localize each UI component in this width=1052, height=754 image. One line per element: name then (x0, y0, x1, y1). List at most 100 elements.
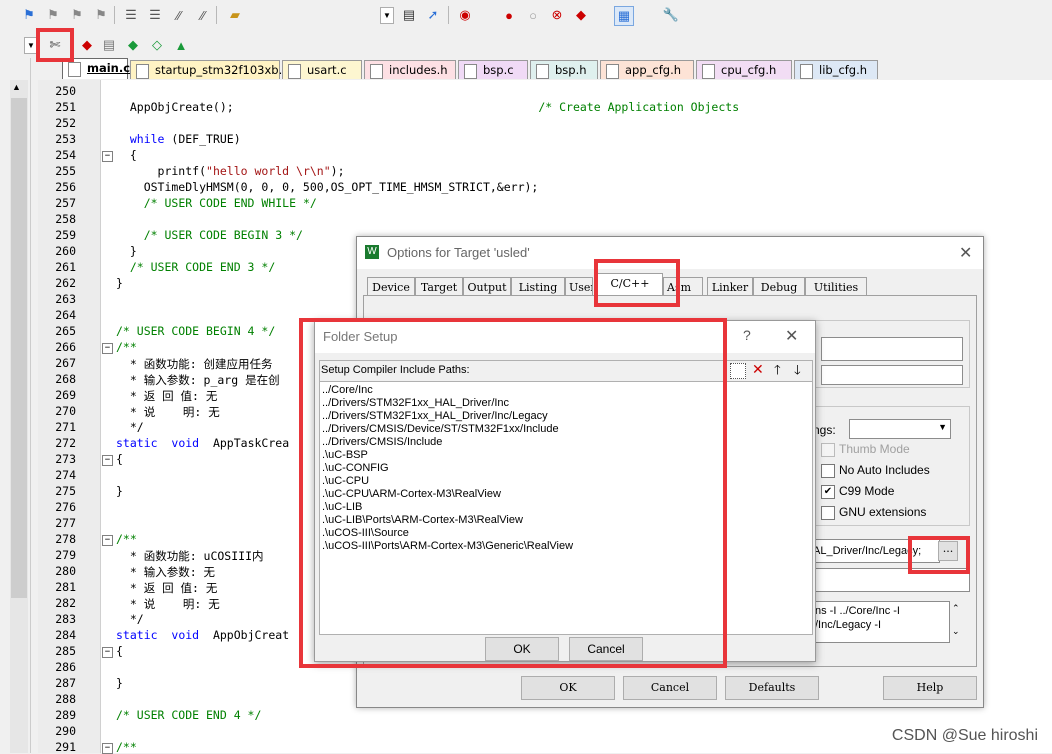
code-line[interactable]: while (DEF_TRUE) (116, 132, 241, 146)
tab-includes-h[interactable]: includes.h (364, 60, 456, 79)
select-pack-icon[interactable]: ▤ (100, 36, 118, 54)
move-up-icon[interactable]: 🡑 (774, 361, 781, 383)
window-icon[interactable]: ▦ (614, 6, 634, 26)
manage-components-icon[interactable]: ◆ (78, 36, 96, 54)
options-tab-c-c-[interactable]: C/C++ (597, 273, 663, 297)
code-line[interactable]: AppObjCreate(); /* Create Application Ob… (116, 100, 739, 114)
code-line[interactable]: /* USER CODE END WHILE */ (116, 196, 317, 210)
code-line[interactable]: } (116, 676, 123, 690)
fold-toggle-icon[interactable]: − (102, 151, 113, 162)
tab-cpu-cfg-h[interactable]: cpu_cfg.h (696, 60, 792, 79)
tab-bsp-h[interactable]: bsp.h (530, 60, 598, 79)
scroll-thumb[interactable] (11, 98, 27, 598)
bookmark-clear-icon[interactable]: ⚑ (92, 6, 110, 24)
runtime-env-icon[interactable]: ◆ (124, 36, 142, 54)
open-folder-icon[interactable]: ▰ (226, 6, 244, 24)
undefine-input[interactable] (821, 365, 963, 385)
help-icon[interactable]: ? (743, 327, 751, 343)
cancel-button[interactable]: Cancel (569, 637, 643, 661)
code-line[interactable]: static void AppTaskCrea (116, 436, 289, 450)
tab-usart-c[interactable]: usart.c (282, 60, 362, 79)
move-down-icon[interactable]: 🡓 (794, 361, 801, 383)
options-tab-target[interactable]: Target (415, 277, 463, 297)
options-tab-output[interactable]: Output (463, 277, 511, 297)
code-line[interactable]: */ (116, 612, 144, 626)
tab-startup-stm32f103xb-s[interactable]: startup_stm32f103xb.s (130, 60, 288, 79)
code-line[interactable]: } (116, 276, 123, 290)
debug-icon[interactable]: ◉ (456, 6, 474, 24)
ok-button[interactable]: OK (485, 637, 559, 661)
include-path-item[interactable]: ../Drivers/STM32F1xx_HAL_Driver/Inc/Lega… (322, 410, 548, 423)
options-tab-utilities[interactable]: Utilities (805, 277, 867, 297)
uncomment-icon[interactable]: ⁄⁄ (194, 6, 212, 24)
dropdown-icon[interactable]: ▼ (380, 7, 394, 24)
wrench-icon[interactable]: 🔧 (662, 6, 680, 24)
validate-icon[interactable]: ▲ (172, 36, 190, 54)
tab-bsp-c[interactable]: bsp.c (458, 60, 528, 79)
warnings-select[interactable]: ▼ (849, 419, 951, 439)
target-dropdown-icon[interactable]: ▼ (24, 37, 38, 54)
target-options-icon[interactable]: ✄ (46, 36, 64, 54)
tab-main-c[interactable]: main.c (62, 58, 130, 79)
help-button[interactable]: Help (883, 676, 977, 700)
comment-icon[interactable]: ⁄⁄ (170, 6, 188, 24)
include-path-item[interactable]: .\uC-LIB (322, 501, 362, 514)
include-path-item[interactable]: .\uC-LIB\Ports\ARM-Cortex-M3\RealView (322, 514, 523, 527)
scroll-up-icon[interactable]: ▲ (12, 82, 21, 92)
pack-installer-icon[interactable]: ◇ (148, 36, 166, 54)
scroll-up-icon[interactable]: ⌃ (952, 603, 960, 614)
panel-scrollbar[interactable]: ▲ (10, 80, 28, 753)
code-line[interactable]: /** (116, 340, 137, 354)
scroll-down-icon[interactable]: ⌄ (952, 626, 960, 637)
code-line[interactable]: printf("hello world \r\n"); (116, 164, 345, 178)
code-line[interactable]: * 函数功能: 创建应用任务 (116, 356, 273, 372)
options-tab-listing[interactable]: Listing (511, 277, 565, 297)
close-icon[interactable]: ✕ (785, 326, 798, 346)
bookmark-next-icon[interactable]: ⚑ (68, 6, 86, 24)
fold-toggle-icon[interactable]: − (102, 647, 113, 658)
code-line[interactable]: /** (116, 532, 137, 546)
options-tab-user[interactable]: User (565, 277, 593, 296)
fold-toggle-icon[interactable]: − (102, 343, 113, 354)
tab-lib-cfg-h[interactable]: lib_cfg.h (794, 60, 878, 79)
include-path-item[interactable]: ../Drivers/CMSIS/Include (322, 436, 442, 449)
checkbox-gnu-extensions[interactable] (821, 506, 835, 520)
code-line[interactable]: /* USER CODE END 3 */ (116, 260, 275, 274)
include-path-item[interactable]: .\uC-BSP (322, 449, 368, 462)
find-in-files-icon[interactable]: ▤ (400, 6, 418, 24)
include-path-item[interactable]: .\uC-CPU\ARM-Cortex-M3\RealView (322, 488, 501, 501)
ok-button[interactable]: OK (521, 676, 615, 700)
code-line[interactable]: * 返 回 值: 无 (116, 388, 218, 404)
code-line[interactable]: { (116, 644, 123, 658)
code-line[interactable]: * 输入参数: p_arg 是在创 (116, 372, 280, 388)
include-path-item[interactable]: .\uCOS-III\Source (322, 527, 409, 540)
flag-icon[interactable]: ⚑ (20, 6, 38, 24)
breakpoint-icon[interactable]: ● (500, 6, 518, 24)
code-line[interactable]: * 说 明: 无 (116, 596, 220, 612)
code-line[interactable]: * 输入参数: 无 (116, 564, 215, 580)
browse-include-paths-button[interactable]: ... (938, 541, 958, 561)
kill-breakpoints-icon[interactable]: ⊗ (548, 6, 566, 24)
options-tab-debug[interactable]: Debug (753, 277, 805, 297)
tab-app-cfg-h[interactable]: app_cfg.h (600, 60, 694, 79)
code-line[interactable]: * 说 明: 无 (116, 404, 220, 420)
code-line[interactable]: */ (116, 420, 144, 434)
code-line[interactable]: static void AppObjCreat (116, 628, 289, 642)
code-line[interactable]: { (116, 452, 123, 466)
delete-icon[interactable]: ✕ (752, 361, 764, 378)
code-line[interactable]: * 返 回 值: 无 (116, 580, 218, 596)
code-line[interactable]: /* USER CODE BEGIN 4 */ (116, 324, 275, 338)
breakpoint-options-icon[interactable]: ◆ (572, 6, 590, 24)
include-path-item[interactable]: .\uC-CONFIG (322, 462, 389, 475)
code-line[interactable]: } (116, 244, 137, 258)
fold-toggle-icon[interactable]: − (102, 743, 113, 754)
incremental-find-icon[interactable]: ➚ (424, 6, 442, 24)
misc-controls-input[interactable] (812, 568, 970, 592)
fold-toggle-icon[interactable]: − (102, 535, 113, 546)
code-line[interactable]: /** (116, 740, 137, 754)
include-path-item[interactable]: .\uCOS-III\Ports\ARM-Cortex-M3\Generic\R… (322, 540, 573, 553)
indent-icon[interactable]: ☰ (122, 6, 140, 24)
disable-breakpoint-icon[interactable]: ○ (524, 6, 542, 24)
code-line[interactable]: OSTimeDlyHMSM(0, 0, 0, 500,OS_OPT_TIME_H… (116, 180, 539, 194)
code-line[interactable]: } (116, 484, 123, 498)
